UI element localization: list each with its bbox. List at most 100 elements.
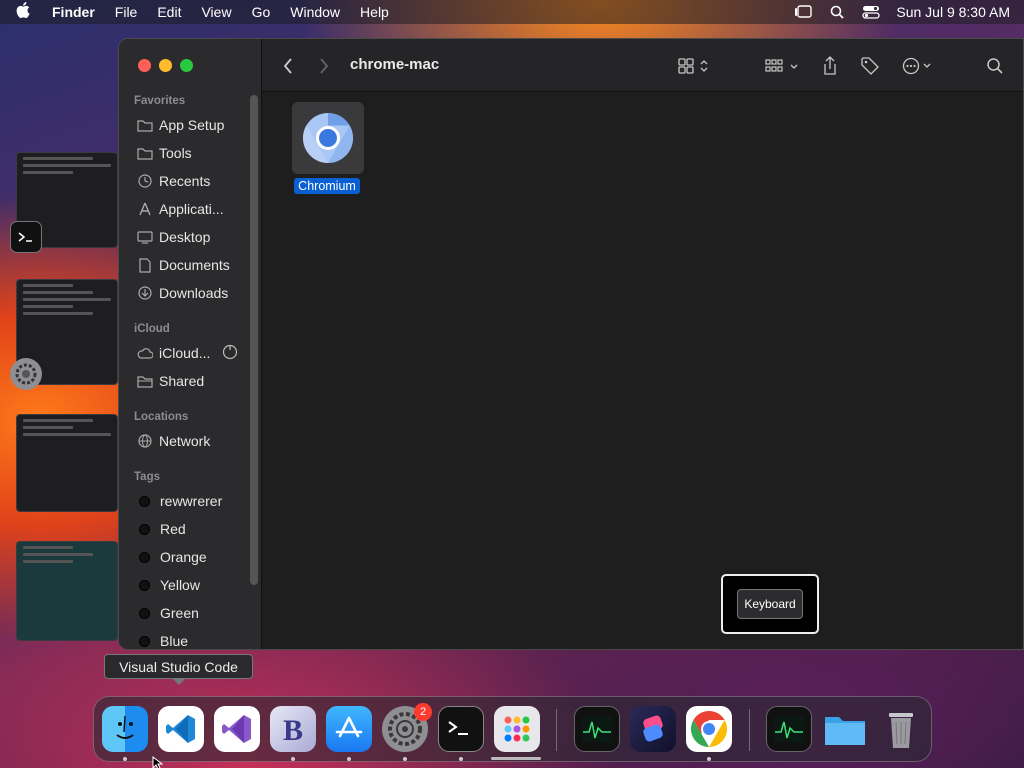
window-title: chrome-mac: [350, 56, 440, 73]
sidebar-item-documents[interactable]: Documents: [137, 254, 255, 276]
keyboard-panel: Keyboard: [721, 574, 819, 634]
close-button[interactable]: [138, 59, 151, 72]
menu-view[interactable]: View: [191, 4, 241, 20]
menu-edit[interactable]: Edit: [147, 4, 191, 20]
menu-window[interactable]: Window: [280, 4, 350, 20]
terminal-icon[interactable]: [438, 706, 484, 752]
menu-file[interactable]: File: [105, 4, 148, 20]
sidebar-item-label: Desktop: [159, 229, 211, 245]
google-chrome-icon[interactable]: [686, 706, 732, 752]
mouse-pointer-icon: [152, 755, 164, 768]
stage-thumbnail-vscode[interactable]: [16, 541, 118, 641]
running-indicator: [403, 757, 407, 761]
back-button[interactable]: [282, 55, 294, 77]
desktop-icon: [137, 229, 153, 245]
sidebar-tag-green[interactable]: Green: [137, 602, 255, 624]
sidebar-item-label: Network: [159, 433, 211, 449]
file-item-chromium[interactable]: Chromium: [292, 102, 364, 195]
sidebar-item-downloads[interactable]: Downloads: [137, 282, 255, 304]
sidebar-tag-red[interactable]: Red: [137, 518, 255, 540]
file-browser-content: Chromium: [262, 92, 1023, 649]
zoom-button[interactable]: [180, 59, 193, 72]
more-actions-button[interactable]: [902, 55, 938, 77]
terminal-icon: [10, 221, 42, 253]
sidebar-item-label: Applicati...: [159, 201, 224, 217]
sidebar-item-label: Orange: [160, 549, 207, 565]
menu-go[interactable]: Go: [242, 4, 281, 20]
shortcuts-icon[interactable]: [630, 706, 676, 752]
sidebar-item-applications[interactable]: Applicati...: [137, 198, 255, 220]
tag-dot-icon: [139, 523, 150, 535]
file-name-label: Chromium: [294, 178, 360, 194]
forward-button[interactable]: [318, 55, 330, 77]
sidebar-item-app-setup[interactable]: App Setup: [137, 114, 255, 136]
menu-app-name[interactable]: Finder: [46, 4, 105, 20]
spotlight-search-icon[interactable]: [820, 5, 854, 19]
sidebar-item-shared[interactable]: Shared: [137, 370, 255, 392]
sidebar-tag-blue[interactable]: Blue: [137, 630, 255, 649]
menu-help[interactable]: Help: [350, 4, 399, 20]
download-icon: [137, 285, 153, 301]
finder-sidebar: Favorites App Setup Tools Recents Applic…: [119, 39, 262, 649]
vscode-icon[interactable]: [158, 706, 204, 752]
tag-button[interactable]: [860, 55, 880, 77]
tag-dot-icon: [139, 607, 150, 619]
share-button[interactable]: [822, 55, 838, 77]
launchpad-icon[interactable]: [494, 706, 540, 752]
downloads-folder-icon[interactable]: [822, 706, 868, 752]
apple-menu-icon[interactable]: [0, 2, 46, 22]
sidebar-tag-rewwrerer[interactable]: rewwrerer: [137, 490, 255, 512]
cloud-icon: [137, 345, 153, 361]
view-mode-button[interactable]: [678, 55, 714, 77]
sidebar-item-label: Downloads: [159, 285, 229, 301]
sidebar-item-label: Blue: [160, 633, 189, 649]
running-indicator: [347, 757, 351, 761]
grid-view-icon: [678, 58, 708, 74]
group-by-button[interactable]: [765, 55, 801, 77]
sidebar-item-label: Red: [160, 521, 186, 537]
running-indicator: [707, 757, 711, 761]
keyboard-button[interactable]: Keyboard: [737, 589, 803, 619]
sidebar-tag-orange[interactable]: Orange: [137, 546, 255, 568]
running-indicator: [459, 757, 463, 761]
sidebar-item-label: Recents: [159, 173, 211, 189]
activity-monitor-window-icon[interactable]: [766, 706, 812, 752]
sidebar-item-desktop[interactable]: Desktop: [137, 226, 255, 248]
menu-bar: Finder File Edit View Go Window Help Sun…: [0, 0, 1024, 24]
stage-thumbnail-window[interactable]: [16, 414, 118, 512]
dock: B 2: [93, 696, 932, 762]
dock-separator: [556, 709, 557, 751]
ellipsis-circle-icon: [902, 57, 931, 75]
control-center-icon[interactable]: [854, 5, 888, 19]
tag-dot-icon: [139, 551, 150, 563]
bbedit-icon[interactable]: B: [270, 706, 316, 752]
dock-separator: [749, 709, 750, 751]
sidebar-item-label: Documents: [159, 257, 230, 273]
sidebar-item-label: Yellow: [160, 577, 200, 593]
sidebar-item-label: App Setup: [159, 117, 225, 133]
stage-manager-icon[interactable]: [786, 5, 820, 19]
activity-monitor-icon[interactable]: [574, 706, 620, 752]
svg-text:B: B: [283, 714, 303, 746]
sidebar-item-recents[interactable]: Recents: [137, 170, 255, 192]
sidebar-section-tags: Tags: [134, 471, 160, 483]
menu-clock[interactable]: Sun Jul 9 8:30 AM: [888, 4, 1010, 20]
system-settings-icon[interactable]: 2: [382, 703, 432, 752]
sidebar-item-label: Shared: [159, 373, 205, 389]
minimize-button[interactable]: [159, 59, 172, 72]
trash-icon[interactable]: [878, 706, 924, 752]
visual-studio-icon[interactable]: [214, 706, 260, 752]
notification-badge: 2: [414, 703, 432, 721]
sidebar-item-icloud-drive[interactable]: iCloud...: [137, 342, 255, 364]
finder-window: Favorites App Setup Tools Recents Applic…: [118, 38, 1024, 650]
finder-icon[interactable]: [102, 706, 148, 752]
sidebar-tag-yellow[interactable]: Yellow: [137, 574, 255, 596]
clock-icon: [137, 173, 153, 189]
sidebar-scrollbar[interactable]: [250, 95, 258, 585]
running-indicator: [123, 757, 127, 761]
sidebar-item-tools[interactable]: Tools: [137, 142, 255, 164]
sidebar-item-network[interactable]: Network: [137, 430, 255, 452]
sidebar-item-label: iCloud...: [159, 345, 211, 361]
app-store-icon[interactable]: [326, 706, 372, 752]
search-button[interactable]: [986, 55, 1004, 77]
